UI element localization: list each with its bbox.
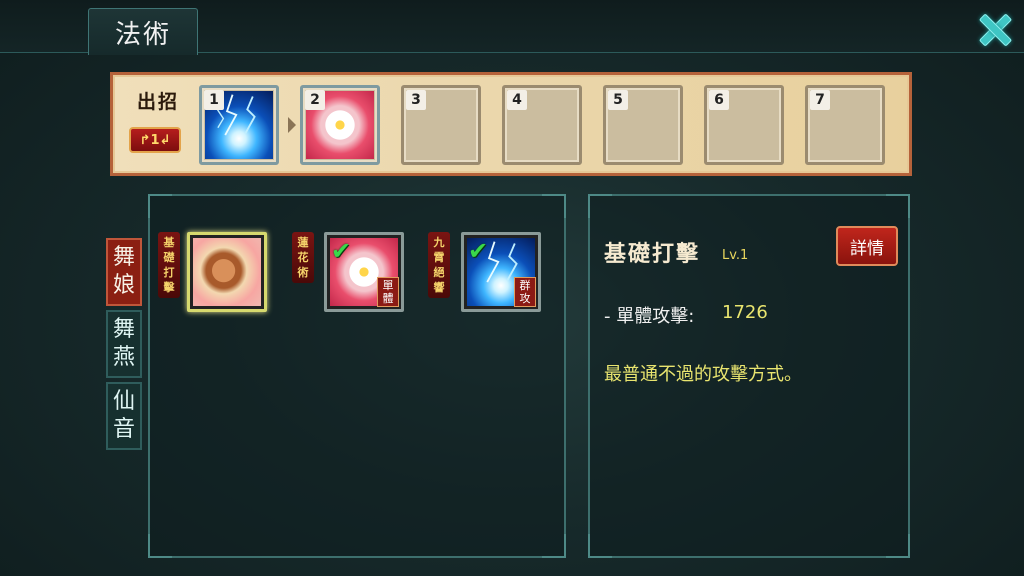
slot-number: 1 (204, 90, 224, 110)
skill-name-text: 九霄絕響 (433, 236, 445, 294)
close-icon[interactable] (974, 9, 1014, 49)
slot-number: 5 (608, 90, 628, 110)
slot-number: 2 (305, 90, 325, 110)
sequence-slot-5[interactable]: 5 (603, 85, 683, 165)
details-button[interactable]: 詳情 (836, 226, 898, 266)
sequence-slot-2[interactable]: 2 (300, 85, 380, 165)
skill-sequence-bar: 出招 ↱1↲ 1 2 3 4 5 6 7 (110, 72, 912, 176)
skill-card-basic-strike[interactable] (187, 232, 267, 312)
panel-corner (588, 534, 612, 558)
skill-name-label: 基礎打擊 (158, 232, 180, 298)
skill-detail-title: 基礎打擊 (604, 241, 701, 267)
tab-char: 舞 (112, 317, 135, 342)
page-title: 法術 (114, 19, 171, 50)
skill-type-tag: 群攻 (514, 277, 536, 307)
check-icon: ✔ (331, 237, 352, 265)
panel-corner (886, 194, 910, 218)
skill-type-tag: 單體 (377, 277, 399, 307)
panel-corner (886, 534, 910, 558)
check-icon: ✔ (468, 237, 489, 265)
skill-name-label: 九霄絕響 (428, 232, 450, 298)
tab-spells[interactable]: 法術 (88, 8, 198, 55)
skill-card-thunder[interactable]: ✔ 群攻 (461, 232, 541, 312)
panel-corner (588, 194, 612, 218)
skill-level: Lv.1 (722, 248, 749, 263)
stat-value: 1726 (722, 302, 768, 323)
slot-number: 7 (810, 90, 830, 110)
character-tab-xianyin[interactable]: 仙 音 (106, 382, 142, 450)
panel-corner (542, 534, 566, 558)
sequence-slot-6[interactable]: 6 (704, 85, 784, 165)
character-tab-wuniang[interactable]: 舞 娘 (106, 238, 142, 306)
tab-char: 燕 (112, 345, 135, 370)
sequence-mode-button[interactable]: ↱1↲ (129, 127, 181, 153)
skill-name-text: 基礎打擊 (163, 236, 175, 294)
slot-number: 4 (507, 90, 527, 110)
slot-number: 3 (406, 90, 426, 110)
tab-char: 舞 (112, 245, 135, 270)
skill-name-label: 蓮花術 (292, 232, 314, 283)
tab-char: 娘 (112, 273, 135, 298)
sequence-arrow-icon (288, 117, 296, 133)
sequence-label: 出招 (136, 91, 179, 113)
panel-corner (148, 194, 172, 218)
sequence-slot-1[interactable]: 1 (199, 85, 279, 165)
sequence-slot-3[interactable]: 3 (401, 85, 481, 165)
skill-description: 最普通不過的攻擊方式。 (604, 364, 802, 385)
fist-skill-icon (193, 238, 261, 306)
panel-corner (148, 534, 172, 558)
skill-card-lotus[interactable]: ✔ 單體 (324, 232, 404, 312)
character-tab-wuyan[interactable]: 舞 燕 (106, 310, 142, 378)
tab-char: 仙 (112, 389, 135, 414)
skill-name-text: 蓮花術 (297, 236, 309, 279)
sequence-slot-7[interactable]: 7 (805, 85, 885, 165)
sequence-slot-4[interactable]: 4 (502, 85, 582, 165)
panel-corner (542, 194, 566, 218)
stat-label: - 單體攻擊: (604, 306, 695, 327)
slot-number: 6 (709, 90, 729, 110)
tab-char: 音 (112, 417, 135, 442)
